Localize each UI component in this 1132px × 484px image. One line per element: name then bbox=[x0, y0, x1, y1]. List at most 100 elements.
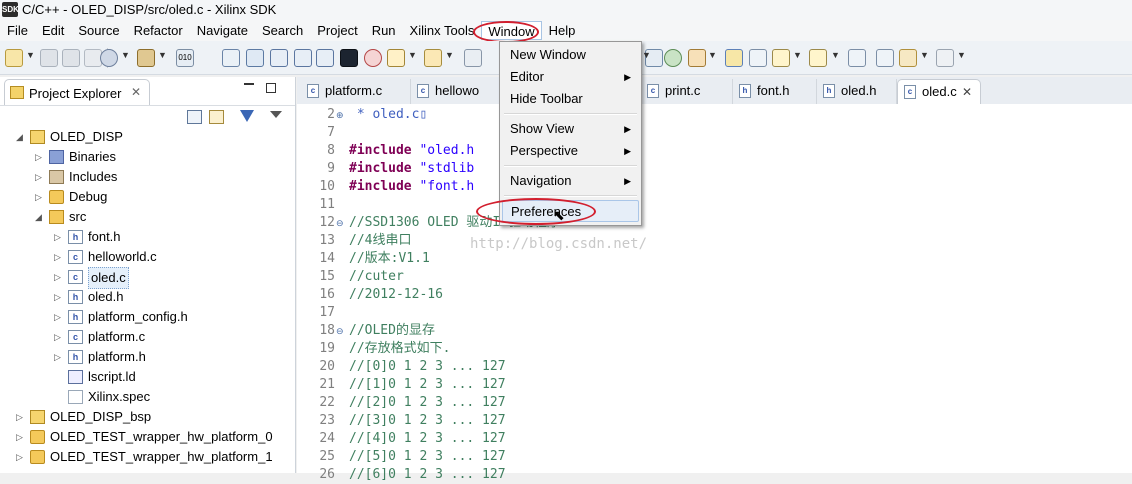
settings-gear-icon[interactable] bbox=[100, 49, 118, 67]
tree-item[interactable]: ◢ OLED_DISP bbox=[0, 127, 293, 147]
new-folder-dropdown-arrow-icon[interactable]: ▼ bbox=[445, 50, 454, 60]
menu-edit[interactable]: Edit bbox=[35, 21, 71, 40]
tree-item[interactable]: ▷ h oled.h bbox=[0, 287, 293, 307]
save-icon[interactable] bbox=[40, 49, 58, 67]
tree-item[interactable]: ▷ c helloworld.c bbox=[0, 247, 293, 267]
editor-tab-platform-c[interactable]: c platform.c bbox=[301, 79, 411, 104]
menu-help[interactable]: Help bbox=[542, 21, 583, 40]
maximize-icon[interactable] bbox=[266, 83, 276, 93]
new-dropdown-arrow-icon[interactable]: ▼ bbox=[26, 50, 35, 60]
previous-annotation-icon[interactable] bbox=[809, 49, 827, 67]
editor-tab-font-h[interactable]: h font.h bbox=[733, 79, 817, 104]
new-icon[interactable] bbox=[5, 49, 23, 67]
terminal-icon[interactable] bbox=[340, 49, 358, 67]
collapsed-arrow-icon[interactable]: ▷ bbox=[54, 247, 61, 267]
link-with-editor-icon[interactable] bbox=[209, 110, 224, 124]
build-dropdown-arrow-icon[interactable]: ▼ bbox=[158, 50, 167, 60]
menu-source[interactable]: Source bbox=[71, 21, 126, 40]
pen-dropdown-arrow-icon[interactable]: ▼ bbox=[708, 50, 717, 60]
menu-refactor[interactable]: Refactor bbox=[127, 21, 190, 40]
expand-fold-icon[interactable]: ⊕ bbox=[336, 110, 344, 121]
collapsed-arrow-icon[interactable]: ▷ bbox=[16, 427, 23, 447]
next-annotation-icon[interactable] bbox=[772, 49, 790, 67]
back-dropdown-arrow-icon[interactable]: ▼ bbox=[920, 50, 929, 60]
next-annotation-dropdown-arrow-icon[interactable]: ▼ bbox=[793, 50, 802, 60]
c-project-icon[interactable] bbox=[270, 49, 288, 67]
collapsed-arrow-icon[interactable]: ▷ bbox=[35, 187, 42, 207]
menu-search[interactable]: Search bbox=[255, 21, 310, 40]
tree-item[interactable]: ▷ h platform_config.h bbox=[0, 307, 293, 327]
open-type-dropdown-arrow-icon[interactable]: ▼ bbox=[408, 50, 417, 60]
forward-nav-icon[interactable] bbox=[936, 49, 954, 67]
expanded-arrow-icon[interactable]: ◢ bbox=[35, 207, 42, 227]
tree-item[interactable]: ▷ c oled.c bbox=[0, 267, 293, 289]
close-tab-icon[interactable]: ✕ bbox=[962, 80, 972, 104]
window-menu-item-new-window[interactable]: New Window bbox=[502, 44, 639, 66]
window-menu-item-show-view[interactable]: Show View ▶ bbox=[502, 118, 639, 140]
collapsed-arrow-icon[interactable]: ▷ bbox=[54, 347, 61, 367]
collapsed-arrow-icon[interactable]: ▷ bbox=[35, 147, 42, 167]
tree-item[interactable]: ▷ OLED_TEST_wrapper_hw_platform_1 bbox=[0, 447, 293, 467]
window-menu-item-perspective[interactable]: Perspective ▶ bbox=[502, 140, 639, 162]
forward-dropdown-arrow-icon[interactable]: ▼ bbox=[957, 50, 966, 60]
c-file-icon[interactable] bbox=[294, 49, 312, 67]
menu-run[interactable]: Run bbox=[365, 21, 403, 40]
debug-icon[interactable] bbox=[364, 49, 382, 67]
editor-tab-oled-h[interactable]: h oled.h bbox=[817, 79, 897, 104]
highlight-toggle-icon[interactable] bbox=[725, 49, 743, 67]
settings-dropdown-arrow-icon[interactable]: ▼ bbox=[121, 50, 130, 60]
collapsed-arrow-icon[interactable]: ▷ bbox=[54, 327, 61, 347]
collapse-fold-icon[interactable]: ⊖ bbox=[336, 218, 344, 229]
collapsed-arrow-icon[interactable]: ▷ bbox=[35, 167, 42, 187]
window-menu-item-editor[interactable]: Editor ▶ bbox=[502, 66, 639, 88]
tree-item[interactable]: ▷ OLED_DISP_bsp bbox=[0, 407, 293, 427]
filter-icon[interactable] bbox=[240, 110, 254, 122]
menu-xilinx-tools[interactable]: Xilinx Tools bbox=[403, 21, 482, 40]
program-fpga-icon[interactable] bbox=[222, 49, 240, 67]
pen-tool-icon[interactable] bbox=[688, 49, 706, 67]
back-nav-icon[interactable] bbox=[899, 49, 917, 67]
tree-item[interactable]: ▷ Binaries bbox=[0, 147, 293, 167]
collapsed-arrow-icon[interactable]: ▷ bbox=[16, 447, 23, 467]
collapsed-arrow-icon[interactable]: ▷ bbox=[54, 287, 61, 307]
menu-file[interactable]: File bbox=[0, 21, 35, 40]
window-menu-item-navigation[interactable]: Navigation ▶ bbox=[502, 170, 639, 192]
last-edit-icon[interactable] bbox=[848, 49, 866, 67]
collapse-fold-icon[interactable]: ⊖ bbox=[336, 326, 344, 337]
run-external-icon[interactable] bbox=[664, 49, 682, 67]
open-type-icon[interactable] bbox=[387, 49, 405, 67]
back-arrow-icon[interactable] bbox=[876, 49, 894, 67]
header-file-icon[interactable] bbox=[316, 49, 334, 67]
project-explorer-tab[interactable]: Project Explorer ✕ bbox=[4, 79, 150, 105]
tree-item[interactable]: Xilinx.spec bbox=[0, 387, 293, 407]
expanded-arrow-icon[interactable]: ◢ bbox=[16, 127, 23, 147]
view-menu-chevron-down-icon[interactable] bbox=[270, 111, 282, 118]
collapsed-arrow-icon[interactable]: ▷ bbox=[54, 227, 61, 247]
minimize-icon[interactable] bbox=[244, 83, 254, 85]
show-whitespace-icon[interactable] bbox=[749, 49, 767, 67]
tree-item[interactable]: ▷ c platform.c bbox=[0, 327, 293, 347]
binary-010-icon[interactable]: 010 bbox=[176, 49, 194, 67]
editor-tab-print-c[interactable]: c print.c bbox=[641, 79, 733, 104]
build-hammer-icon[interactable] bbox=[137, 49, 155, 67]
collapsed-arrow-icon[interactable]: ▷ bbox=[16, 407, 23, 427]
window-menu-item-hide-toolbar[interactable]: Hide Toolbar bbox=[502, 88, 639, 110]
tree-item[interactable]: ◢ src bbox=[0, 207, 293, 227]
xilinx-tool-icon[interactable] bbox=[246, 49, 264, 67]
collapsed-arrow-icon[interactable]: ▷ bbox=[54, 307, 61, 327]
editor-tab-helloworld-c[interactable]: c hellowo bbox=[411, 79, 501, 104]
collapsed-arrow-icon[interactable]: ▷ bbox=[54, 267, 61, 287]
tree-item[interactable]: ▷ Debug bbox=[0, 187, 293, 207]
collapse-all-icon[interactable] bbox=[187, 110, 202, 124]
menu-project[interactable]: Project bbox=[310, 21, 364, 40]
tree-item[interactable]: ▷ h font.h bbox=[0, 227, 293, 247]
search-toolbar-icon[interactable] bbox=[464, 49, 482, 67]
tree-item[interactable]: lscript.ld bbox=[0, 367, 293, 387]
new-folder-icon[interactable] bbox=[424, 49, 442, 67]
previous-annotation-dropdown-arrow-icon[interactable]: ▼ bbox=[831, 50, 840, 60]
tree-item[interactable]: ▷ h platform.h bbox=[0, 347, 293, 367]
tree-item[interactable]: ▷ OLED_TEST_wrapper_hw_platform_0 bbox=[0, 427, 293, 447]
tree-item[interactable]: ▷ Includes bbox=[0, 167, 293, 187]
editor-tab-oled-c[interactable]: c oled.c ✕ bbox=[897, 79, 981, 104]
save-all-icon[interactable] bbox=[62, 49, 80, 67]
